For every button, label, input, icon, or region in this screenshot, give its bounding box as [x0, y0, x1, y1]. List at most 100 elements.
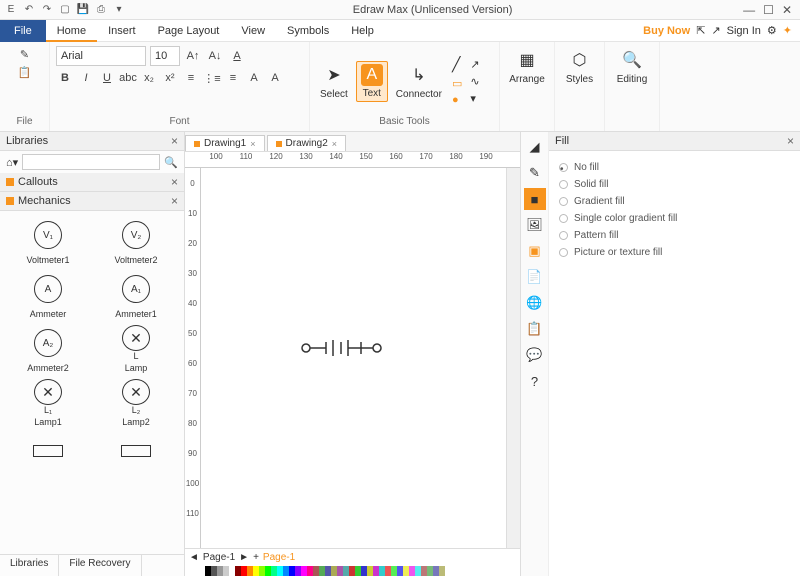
more-shapes-icon[interactable]: ▾ — [470, 92, 479, 105]
fill-option[interactable]: Picture or texture fill — [559, 244, 790, 261]
font-family-select[interactable]: Arial — [56, 46, 146, 66]
fill-option[interactable]: Solid fill — [559, 176, 790, 193]
home-icon[interactable]: ⌂▾ — [6, 156, 18, 169]
shape-item[interactable]: V₂Voltmeter2 — [94, 217, 178, 265]
shrink-font-icon[interactable]: A↓ — [206, 48, 224, 64]
arrange-button[interactable]: ▦ Arrange — [506, 46, 548, 87]
add-page-button[interactable]: + — [253, 552, 259, 563]
redo-icon[interactable]: ↷ — [40, 3, 54, 17]
close-tab-icon[interactable]: × — [250, 139, 255, 149]
tab-home[interactable]: Home — [46, 20, 97, 42]
circuit-shape[interactable] — [301, 338, 391, 358]
color-swatch[interactable] — [439, 566, 445, 576]
shape-item[interactable]: A₁Ammeter1 — [94, 271, 178, 319]
close-icon[interactable]: ✕ — [782, 3, 792, 17]
library-search-input[interactable] — [22, 154, 160, 170]
help-tab-icon[interactable]: ? — [524, 370, 546, 392]
callouts-header[interactable]: Callouts × — [0, 173, 184, 192]
page-nav-next-icon[interactable]: ► — [239, 552, 249, 563]
line-shape-icon[interactable]: ╱ — [452, 56, 462, 73]
text-tool[interactable]: A Text — [356, 61, 388, 102]
picture-tab-icon[interactable]: 🖼 — [524, 214, 546, 236]
connector-tool[interactable]: ↳ Connector — [392, 61, 446, 102]
apps-icon[interactable]: ✦ — [783, 24, 792, 37]
lib-search-icon[interactable]: 🔍 — [164, 156, 178, 169]
editing-button[interactable]: 🔍 Editing — [611, 46, 653, 87]
doc-tab-drawing2[interactable]: Drawing2 × — [267, 135, 347, 151]
fill-tab-icon[interactable]: ◢ — [524, 136, 546, 158]
maximize-icon[interactable]: ☐ — [763, 3, 774, 17]
tab-file-recovery[interactable]: File Recovery — [59, 555, 141, 576]
highlight-icon[interactable]: A — [245, 70, 263, 86]
page-tab-icon[interactable]: 📄 — [524, 266, 546, 288]
doc-tab-drawing1[interactable]: Drawing1 × — [185, 135, 265, 151]
mechanics-header[interactable]: Mechanics × — [0, 192, 184, 211]
close-fill-panel-icon[interactable]: × — [787, 134, 794, 148]
format-painter-icon[interactable]: ✎ — [16, 46, 34, 62]
export-icon[interactable]: ⇱ — [696, 24, 705, 37]
print-icon[interactable]: ⎙ — [94, 3, 108, 17]
shape-item[interactable]: V₁Voltmeter1 — [6, 217, 90, 265]
strike-button[interactable]: abc — [119, 70, 137, 86]
comment-tab-icon[interactable]: 💬 — [524, 344, 546, 366]
hyperlink-tab-icon[interactable]: 🌐 — [524, 292, 546, 314]
align-icon[interactable]: ≡ — [224, 70, 242, 86]
layer-tab-icon[interactable]: ▣ — [524, 240, 546, 262]
underline-button[interactable]: U — [98, 70, 116, 86]
minimize-icon[interactable]: — — [743, 3, 755, 17]
tab-symbols[interactable]: Symbols — [276, 20, 340, 42]
signin-link[interactable]: Sign In — [727, 25, 761, 37]
fill-option[interactable]: Gradient fill — [559, 193, 790, 210]
page-nav-prev-icon[interactable]: ◄ — [189, 552, 199, 563]
attachment-tab-icon[interactable]: 📋 — [524, 318, 546, 340]
undo-icon[interactable]: ↶ — [22, 3, 36, 17]
shape-item[interactable]: L₂Lamp2 — [94, 379, 178, 427]
clipboard-icon[interactable]: 📋 — [16, 64, 34, 80]
tab-libraries-bottom[interactable]: Libraries — [0, 555, 59, 576]
save-icon[interactable]: 💾 — [76, 3, 90, 17]
curve-shape-icon[interactable]: ∿ — [470, 75, 479, 88]
subscript-icon[interactable]: x₂ — [140, 70, 158, 86]
page-tab-1[interactable]: Page-1 — [203, 552, 235, 563]
shape-tab-icon[interactable]: ■ — [524, 188, 546, 210]
shape-item[interactable]: AAmmeter — [6, 271, 90, 319]
shape-item[interactable]: A₂Ammeter2 — [6, 325, 90, 373]
fill-option[interactable]: Pattern fill — [559, 227, 790, 244]
close-libraries-icon[interactable]: × — [171, 134, 178, 148]
close-mechanics-icon[interactable]: × — [171, 194, 178, 208]
superscript-icon[interactable]: x² — [161, 70, 179, 86]
new-icon[interactable]: ▢ — [58, 3, 72, 17]
bold-button[interactable]: B — [56, 70, 74, 86]
bullets-icon[interactable]: ≡ — [182, 70, 200, 86]
close-callouts-icon[interactable]: × — [171, 175, 178, 189]
buy-now-link[interactable]: Buy Now — [643, 25, 690, 37]
shape-item[interactable]: L₁Lamp1 — [6, 379, 90, 427]
file-menu[interactable]: File — [0, 20, 46, 42]
drawing-canvas[interactable] — [201, 168, 506, 548]
oval-shape-icon[interactable]: ● — [452, 94, 462, 106]
font-size-select[interactable]: 10 — [150, 46, 180, 66]
qat-more-icon[interactable]: ▾ — [112, 3, 126, 17]
font-color-icon[interactable]: A — [228, 48, 246, 64]
shape-item[interactable] — [94, 433, 178, 471]
vertical-scrollbar[interactable] — [506, 168, 520, 548]
grow-font-icon[interactable]: A↑ — [184, 48, 202, 64]
share-icon[interactable]: ↗ — [711, 24, 720, 37]
color-palette[interactable] — [185, 566, 520, 576]
fill-option[interactable]: Single color gradient fill — [559, 210, 790, 227]
numbering-icon[interactable]: ⋮≡ — [203, 70, 221, 86]
fill-option[interactable]: •No fill — [559, 159, 790, 176]
rect-shape-icon[interactable]: ▭ — [452, 77, 462, 90]
close-tab-icon[interactable]: × — [332, 139, 337, 149]
tab-help[interactable]: Help — [340, 20, 385, 42]
select-tool[interactable]: ➤ Select — [316, 61, 352, 102]
arrow-shape-icon[interactable]: ↗ — [470, 58, 479, 71]
shape-item[interactable]: LLamp — [94, 325, 178, 373]
tab-page-layout[interactable]: Page Layout — [147, 20, 231, 42]
styles-button[interactable]: ⬡ Styles — [561, 46, 598, 87]
shape-item[interactable] — [6, 433, 90, 471]
tab-insert[interactable]: Insert — [97, 20, 147, 42]
text-fill-icon[interactable]: A — [266, 70, 284, 86]
line-tab-icon[interactable]: ✎ — [524, 162, 546, 184]
gear-icon[interactable]: ⚙ — [767, 24, 777, 37]
